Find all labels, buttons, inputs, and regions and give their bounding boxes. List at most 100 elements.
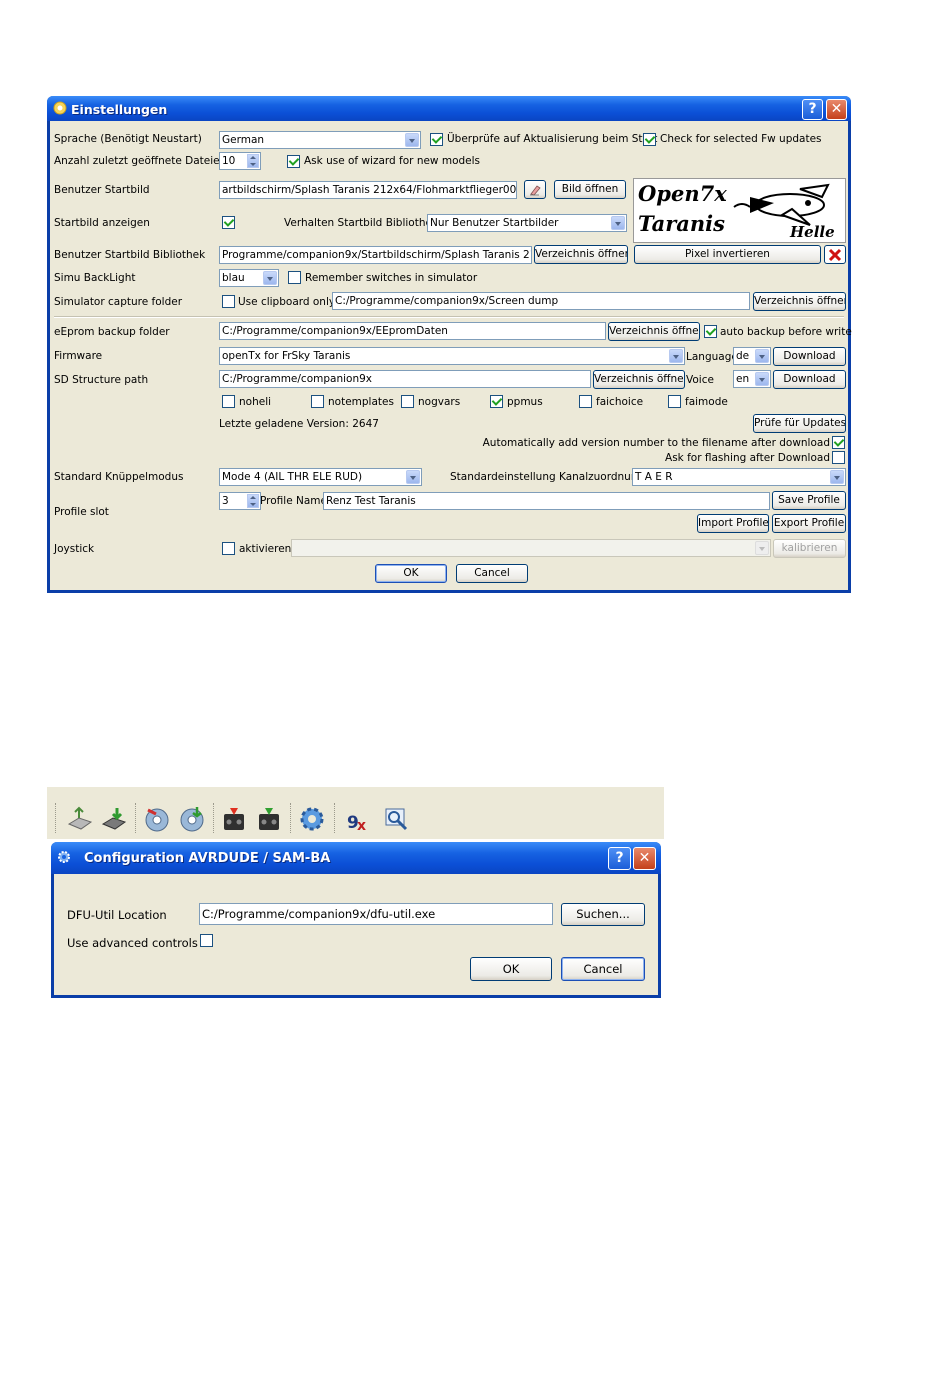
joystick-combo[interactable] [291,539,771,557]
open-eeprom-folder-button[interactable]: Verzeichnis öffnen [608,322,700,341]
recent-files-value: 10 [222,155,236,167]
splash-preview-image: Open7x Taranis Helle [633,178,846,243]
splash-library-input[interactable]: Programme/companion9x/Startbildschirm/Sp… [219,246,532,264]
download-voice-button[interactable]: Download [773,370,846,389]
joystick-activate-checkbox[interactable] [222,542,235,555]
option-noheli-checkbox[interactable] [222,395,235,408]
save-profile-button[interactable]: Save Profile [772,491,846,510]
option-ppmus-label: ppmus [507,396,543,408]
check-fw-checkbox[interactable] [643,133,656,146]
backlight-combo[interactable]: blau [219,269,279,287]
show-splash-checkbox[interactable] [222,216,235,229]
advanced-controls-checkbox[interactable] [200,934,213,947]
capture-folder-input[interactable]: C:/Programme/companion9x/Screen dump [332,292,750,310]
download-firmware-button[interactable]: Download [773,347,846,366]
toolbar-separator [135,803,137,833]
gear-icon [58,851,70,863]
zoom-icon[interactable] [381,804,411,834]
sd-path-input[interactable]: C:/Programme/companion9x [219,370,591,388]
ask-flash-label: Ask for flashing after Download [665,452,830,464]
settings-titlebar[interactable]: Einstellungen ? ✕ [47,96,851,121]
open-sd-folder-button[interactable]: Verzeichnis öffnen [593,370,685,389]
toolbar: 9x [47,787,664,839]
dfu-location-label: DFU-Util Location [67,908,167,922]
import-profile-button[interactable]: Import Profile [697,514,769,533]
toolbar-grip [55,803,57,833]
language-combo[interactable]: German [219,131,421,149]
clear-splash-button[interactable] [524,180,546,199]
open-library-folder-button[interactable]: Verzeichnis öffnen [534,245,628,264]
chevron-down-icon [755,541,769,555]
auto-backup-label: auto backup before write [720,326,852,338]
recent-files-spinbox[interactable]: 10 [219,152,261,170]
spin-arrows-icon [247,154,259,168]
option-ppmus-checkbox[interactable] [490,395,503,408]
option-notemplates-checkbox[interactable] [311,395,324,408]
splash-path-input[interactable]: artbildschirm/Splash Taranis 212x64/Floh… [219,181,517,199]
chevron-down-icon [755,349,769,363]
open-image-button[interactable]: Bild öffnen [554,180,626,199]
read-radio-icon[interactable] [65,804,95,834]
calibrate-button[interactable]: kalibrieren [773,539,846,558]
chevron-down-icon [755,372,769,386]
9x-logo-icon[interactable]: 9x [345,804,375,834]
option-nogvars-checkbox[interactable] [401,395,414,408]
write-firmware-icon[interactable] [254,804,284,834]
check-updates-checkbox[interactable] [430,133,443,146]
browse-button[interactable]: Suchen... [561,903,645,926]
dfu-location-input[interactable]: C:/Programme/companion9x/dfu-util.exe [199,903,553,925]
firmware-combo[interactable]: openTx for FrSky Taranis [219,347,685,365]
open-capture-folder-button[interactable]: Verzeichnis öffnen [753,292,846,311]
settings-dialog: Einstellungen ? ✕ Sprache (Benötigt Neus… [47,96,852,593]
clipboard-only-checkbox[interactable] [222,295,235,308]
capture-folder-label: Simulator capture folder [54,296,183,308]
channel-order-combo[interactable]: T A E R [632,468,846,486]
joystick-activate-label: aktivieren [239,543,292,555]
export-profile-button[interactable]: Export Profile [772,514,846,533]
read-firmware-icon[interactable] [219,804,249,834]
auto-version-checkbox[interactable] [832,436,845,449]
check-updates-button[interactable]: Prüfe für Updates [753,414,846,433]
close-button[interactable]: ✕ [826,99,847,120]
close-button[interactable]: ✕ [633,847,656,870]
invert-pixels-button[interactable]: Pixel invertieren [634,245,821,264]
option-faimode-checkbox[interactable] [668,395,681,408]
splash-label: Benutzer Startbild [54,184,150,196]
option-faichoice-checkbox[interactable] [579,395,592,408]
settings-gear-icon[interactable] [297,804,327,834]
toolbar-separator [334,803,336,833]
option-nogvars-label: nogvars [418,396,461,408]
toolbar-separator [290,803,292,833]
profile-slot-spinbox[interactable]: 3 [219,492,261,510]
auto-backup-checkbox[interactable] [704,325,717,338]
stick-mode-combo[interactable]: Mode 4 (AIL THR ELE RUD) [219,468,422,486]
remove-splash-button[interactable] [824,245,846,264]
ask-flash-checkbox[interactable] [832,451,845,464]
cancel-button[interactable]: Cancel [456,564,528,583]
language2-combo[interactable]: de [733,347,771,365]
backlight-value: blau [222,272,245,284]
avrdude-cancel-button[interactable]: Cancel [561,957,645,981]
toolbar-separator [213,803,215,833]
language2-value: de [736,350,750,362]
splash-behaviour-combo[interactable]: Nur Benutzer Startbilder [427,214,627,232]
auto-version-label: Automatically add version number to the … [482,437,830,449]
stick-mode-label: Standard Knüppelmodus [54,471,184,483]
avrdude-titlebar[interactable]: Configuration AVRDUDE / SAM-BA ? ✕ [51,842,661,874]
channel-order-value: T A E R [635,471,673,483]
help-button[interactable]: ? [608,847,631,870]
remember-switches-checkbox[interactable] [288,271,301,284]
write-backup-icon[interactable] [177,804,207,834]
check-updates-label: Überprüfe auf Aktualisierung beim Start [447,133,658,145]
wizard-checkbox[interactable] [287,155,300,168]
read-backup-icon[interactable] [142,804,172,834]
voice-combo[interactable]: en [733,370,771,388]
help-button[interactable]: ? [802,99,823,120]
profile-name-input[interactable]: Renz Test Taranis [323,492,770,510]
write-radio-icon[interactable] [99,804,129,834]
voice-value: en [736,373,750,385]
voice-label: Voice [686,374,714,386]
eeprom-folder-input[interactable]: C:/Programme/companion9x/EEpromDaten [219,322,606,340]
avrdude-ok-button[interactable]: OK [470,957,552,981]
ok-button[interactable]: OK [375,564,447,583]
